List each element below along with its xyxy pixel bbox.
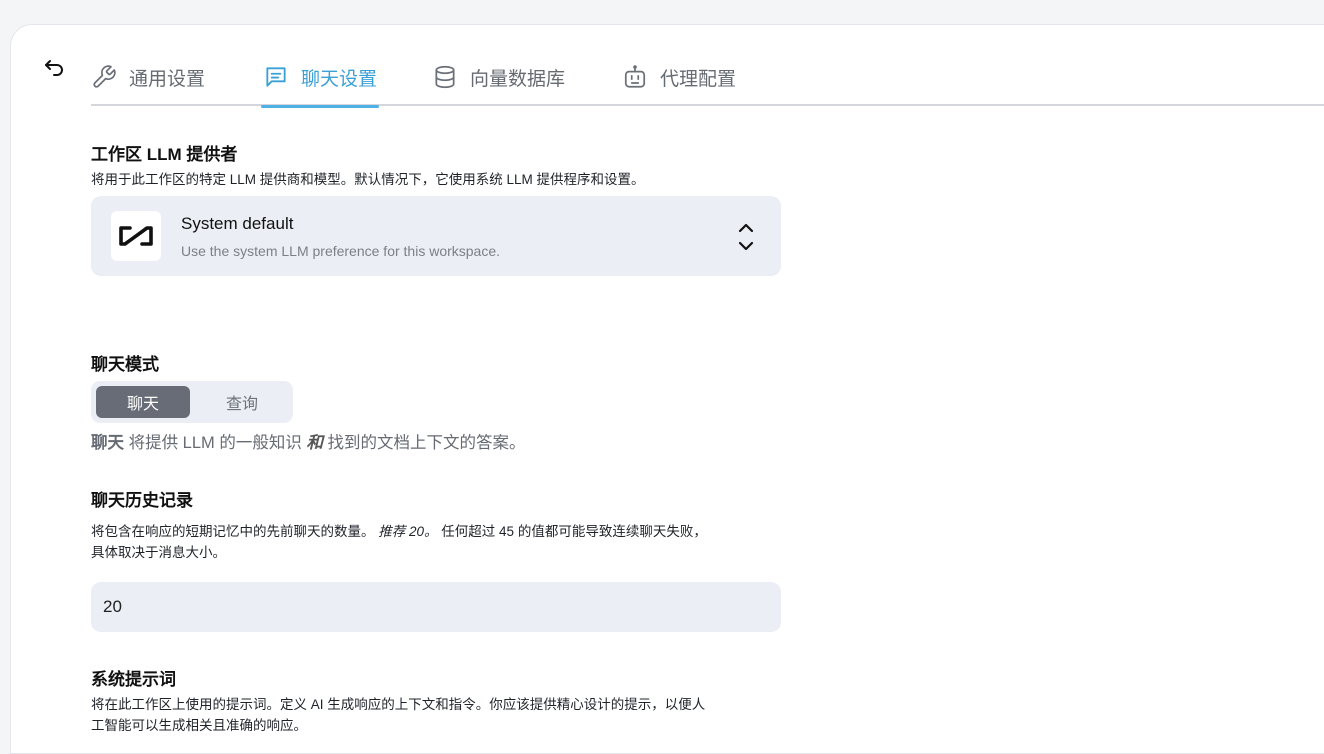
chat-history-input[interactable] (91, 582, 781, 632)
database-icon (435, 65, 455, 89)
chat-mode-toggle: 聊天 查询 (91, 381, 293, 423)
tab-label: 向量数据库 (470, 68, 566, 90)
tab-general-settings[interactable]: 通用设置 (91, 48, 205, 106)
desc-text: 将包含在响应的短期记忆中的先前聊天的数量。 (91, 524, 375, 539)
chat-bubble-icon (266, 67, 286, 87)
chat-mode-desc-em: 和 (306, 434, 323, 452)
anythingllm-logo (111, 211, 161, 261)
chat-mode-query-button[interactable]: 查询 (195, 386, 289, 418)
tab-chat-settings[interactable]: 聊天设置 (261, 48, 380, 108)
tab-agent-config[interactable]: 代理配置 (622, 48, 736, 106)
chat-mode-desc-strong: 聊天 (91, 434, 124, 452)
wrench-icon (93, 65, 116, 88)
settings-tabs: 通用设置 聊天设置 向量数据库 代理配置 (91, 48, 1324, 108)
chat-mode-chat-button[interactable]: 聊天 (96, 386, 190, 418)
system-default-logo-icon (119, 226, 153, 246)
chat-history-title: 聊天历史记录 (91, 491, 193, 510)
desc-recommended: 推荐 20。 (378, 524, 438, 539)
system-prompt-desc-line2: 工智能可以生成相关且准确的响应。 (91, 718, 307, 733)
chat-mode-title: 聊天模式 (91, 355, 159, 374)
chat-mode-desc-part1: 将提供 LLM 的一般知识 (124, 434, 307, 452)
llm-selected-description: Use the system LLM preference for this w… (181, 243, 501, 259)
system-prompt-description: 将在此工作区上使用的提示词。定义 AI 生成响应的上下文和指令。你应该提供精心设… (91, 694, 705, 736)
back-button[interactable] (40, 54, 68, 82)
tab-label: 聊天设置 (301, 68, 378, 90)
llm-provider-title: 工作区 LLM 提供者 (91, 145, 238, 164)
chevron-up-down-icon (738, 223, 754, 251)
tab-label: 代理配置 (660, 68, 737, 90)
chat-history-desc-line2: 具体取决于消息大小。 (91, 545, 226, 560)
tab-label: 通用设置 (129, 68, 206, 90)
chat-mode-desc-part2: 找到的文档上下文的答案。 (322, 434, 526, 452)
llm-selected-name: System default (181, 214, 294, 233)
chat-history-desc-line1: 将包含在响应的短期记忆中的先前聊天的数量。 推荐 20。 任何超过 45 的值都… (91, 521, 707, 542)
undo-arrow-icon (45, 60, 63, 76)
system-prompt-title: 系统提示词 (91, 670, 176, 689)
desc-text: 任何超过 45 的值都可能导致连续聊天失败， (437, 524, 707, 539)
chat-history-description: 将包含在响应的短期记忆中的先前聊天的数量。 推荐 20。 任何超过 45 的值都… (91, 521, 707, 563)
llm-provider-select[interactable]: System default Use the system LLM prefer… (91, 196, 781, 276)
llm-provider-description: 将用于此工作区的特定 LLM 提供商和模型。默认情况下，它使用系统 LLM 提供… (91, 172, 645, 187)
robot-icon (624, 65, 646, 88)
system-prompt-desc-line1: 将在此工作区上使用的提示词。定义 AI 生成响应的上下文和指令。你应该提供精心设… (91, 697, 706, 712)
chat-mode-description: 聊天 将提供 LLM 的一般知识 和 找到的文档上下文的答案。 (91, 429, 526, 453)
tab-vector-database[interactable]: 向量数据库 (432, 48, 565, 106)
